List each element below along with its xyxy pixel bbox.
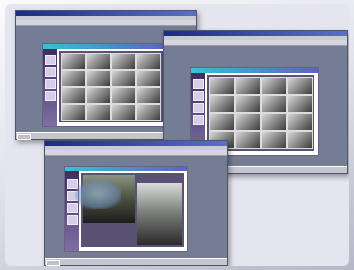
thumbnail[interactable]: [235, 113, 261, 131]
thumbnail-grid: [59, 51, 163, 122]
sidebar-button[interactable]: [193, 103, 204, 113]
app-header: [191, 68, 318, 73]
photo-large-right[interactable]: [137, 183, 182, 245]
sidebar-button[interactable]: [193, 79, 204, 89]
sidebar-button[interactable]: [67, 215, 78, 225]
thumbnail[interactable]: [235, 95, 261, 113]
image-viewer: [75, 173, 184, 247]
thumbnail[interactable]: [86, 87, 111, 104]
app-header: [65, 167, 187, 171]
thumbnail[interactable]: [209, 95, 235, 113]
thumbnail[interactable]: [136, 87, 161, 104]
thumbnail[interactable]: [61, 104, 86, 121]
thumbnail[interactable]: [61, 70, 86, 87]
thumbnail[interactable]: [111, 87, 136, 104]
thumbnail[interactable]: [86, 104, 111, 121]
thumbnail[interactable]: [61, 53, 86, 70]
toolbar[interactable]: [45, 150, 227, 156]
start-button[interactable]: [46, 260, 60, 266]
thumbnail[interactable]: [136, 53, 161, 70]
app-sidebar: [43, 49, 57, 126]
thumbnail[interactable]: [111, 104, 136, 121]
app-header: [43, 44, 167, 49]
sidebar-button[interactable]: [193, 91, 204, 101]
thumbnail[interactable]: [287, 95, 313, 113]
sidebar-button[interactable]: [45, 91, 56, 101]
taskbar: [45, 258, 227, 266]
thumbnail[interactable]: [287, 131, 313, 149]
sidebar-button[interactable]: [193, 115, 204, 125]
thumbnail[interactable]: [136, 70, 161, 87]
thumbnail[interactable]: [287, 77, 313, 95]
sidebar-button[interactable]: [45, 67, 56, 77]
thumbnail[interactable]: [235, 131, 261, 149]
photo-app: [64, 166, 188, 252]
sidebar-button[interactable]: [45, 79, 56, 89]
thumbnail[interactable]: [261, 95, 287, 113]
desktop-window-3: [44, 140, 228, 266]
thumbnail[interactable]: [209, 77, 235, 95]
thumbnail[interactable]: [111, 70, 136, 87]
sidebar-button[interactable]: [45, 55, 56, 65]
thumbnail[interactable]: [235, 77, 261, 95]
thumbnail[interactable]: [261, 113, 287, 131]
toolbar[interactable]: [16, 20, 196, 26]
thumbnail[interactable]: [261, 131, 287, 149]
thumbnail[interactable]: [287, 113, 313, 131]
thumbnail[interactable]: [86, 53, 111, 70]
thumbnail[interactable]: [136, 104, 161, 121]
highlight-glow: [75, 181, 121, 209]
photo-frame: [5, 4, 349, 266]
thumbnail[interactable]: [86, 70, 111, 87]
thumbnail[interactable]: [111, 53, 136, 70]
thumbnail[interactable]: [61, 87, 86, 104]
toolbar[interactable]: [164, 40, 347, 46]
thumbnail[interactable]: [209, 113, 235, 131]
start-button[interactable]: [17, 134, 31, 140]
thumbnail[interactable]: [261, 77, 287, 95]
photo-app: [42, 43, 168, 127]
